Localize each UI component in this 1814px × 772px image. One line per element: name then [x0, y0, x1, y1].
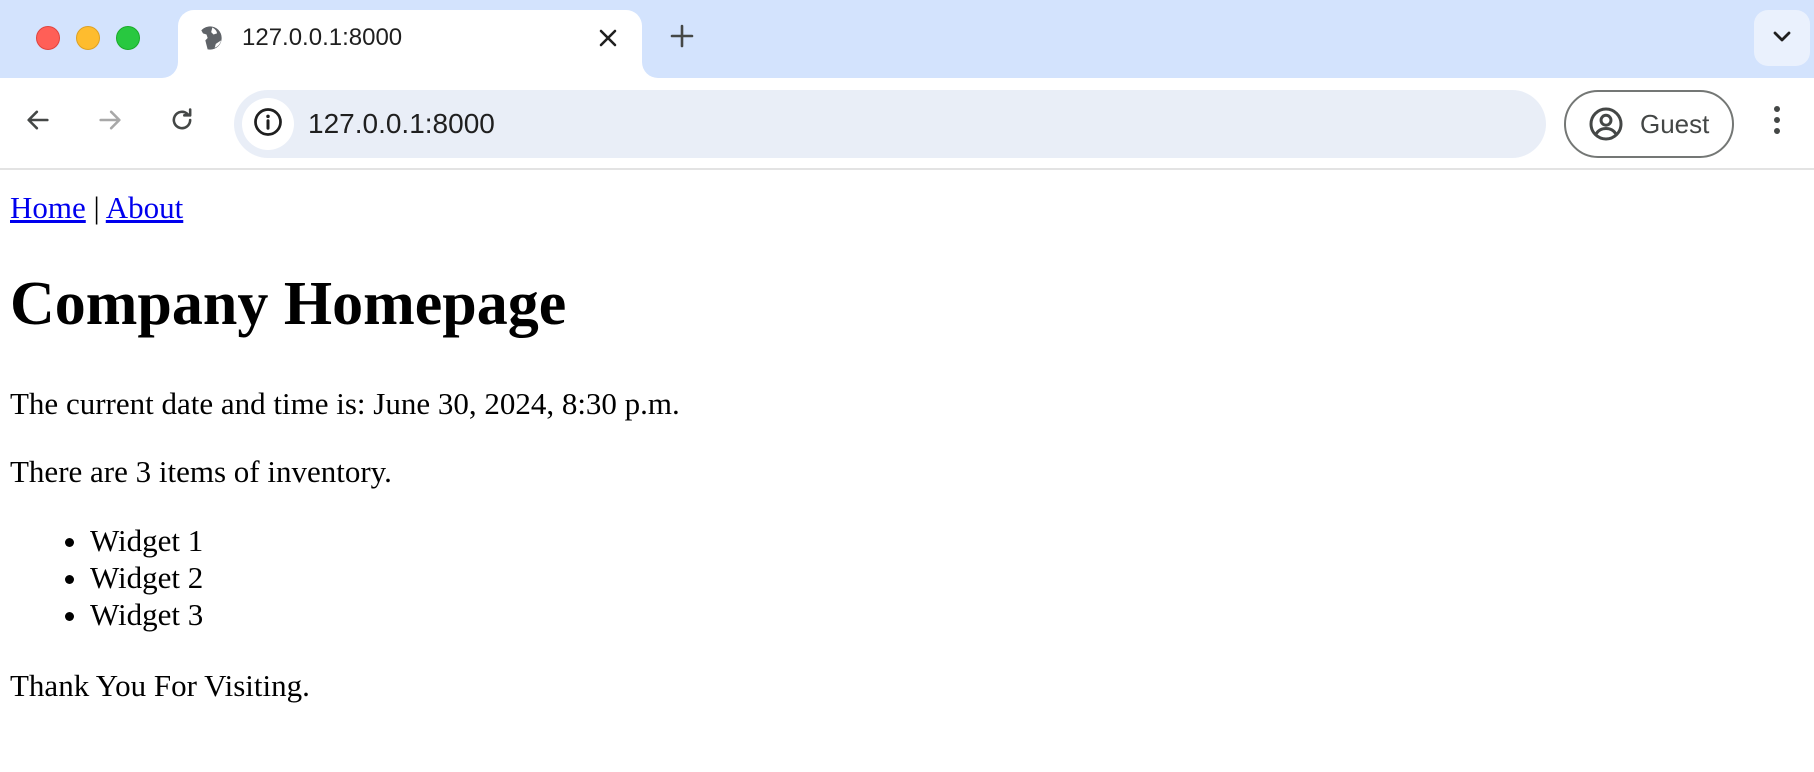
tab-title: 127.0.0.1:8000 [242, 24, 403, 51]
maximize-window-button[interactable] [116, 26, 140, 50]
info-icon [253, 107, 283, 142]
reload-icon [168, 106, 196, 139]
site-nav: Home | About [10, 188, 183, 228]
inventory-item: Widget 2 [90, 559, 203, 596]
nav-link-about[interactable]: About [106, 190, 184, 225]
url-text[interactable]: 127.0.0.1:8000 [308, 106, 495, 142]
new-tab-button[interactable] [664, 20, 700, 56]
chevron-down-icon [1772, 29, 1792, 48]
profile-label: Guest [1640, 108, 1710, 139]
inventory-list: Widget 1 Widget 2 Widget 3 [10, 522, 203, 633]
inventory-item: Widget 3 [90, 596, 203, 633]
account-circle-icon [1588, 106, 1624, 142]
close-icon[interactable] [592, 22, 624, 54]
minimize-window-button[interactable] [76, 26, 100, 50]
browser-menu-button[interactable] [1762, 100, 1792, 144]
footer-text: Thank You For Visiting. [10, 668, 310, 703]
browser-tab-active[interactable]: 127.0.0.1:8000 [178, 10, 642, 78]
page-title: Company Homepage [10, 270, 567, 338]
close-window-button[interactable] [36, 26, 60, 50]
plus-icon [670, 24, 694, 53]
reload-button[interactable] [160, 100, 204, 144]
globe-icon [196, 24, 224, 52]
arrow-left-icon [24, 106, 52, 139]
back-button[interactable] [16, 100, 60, 144]
arrow-right-icon [96, 106, 124, 139]
tab-bar: 127.0.0.1:8000 [0, 0, 1814, 78]
tab-search-button[interactable] [1754, 10, 1810, 66]
address-bar[interactable]: 127.0.0.1:8000 [234, 90, 1546, 158]
inventory-item: Widget 1 [90, 522, 203, 559]
more-vert-icon [1772, 105, 1782, 140]
site-info-button[interactable] [242, 98, 294, 150]
forward-button[interactable] [88, 100, 132, 144]
datetime-text: The current date and time is: June 30, 2… [10, 386, 680, 421]
browser-toolbar: 127.0.0.1:8000 Guest [0, 78, 1814, 170]
profile-button[interactable]: Guest [1564, 90, 1734, 158]
page-content: Home | About Company Homepage The curren… [0, 172, 1814, 772]
nav-link-home[interactable]: Home [10, 190, 86, 225]
nav-separator: | [93, 190, 100, 225]
inventory-count-text: There are 3 items of inventory. [10, 454, 392, 489]
